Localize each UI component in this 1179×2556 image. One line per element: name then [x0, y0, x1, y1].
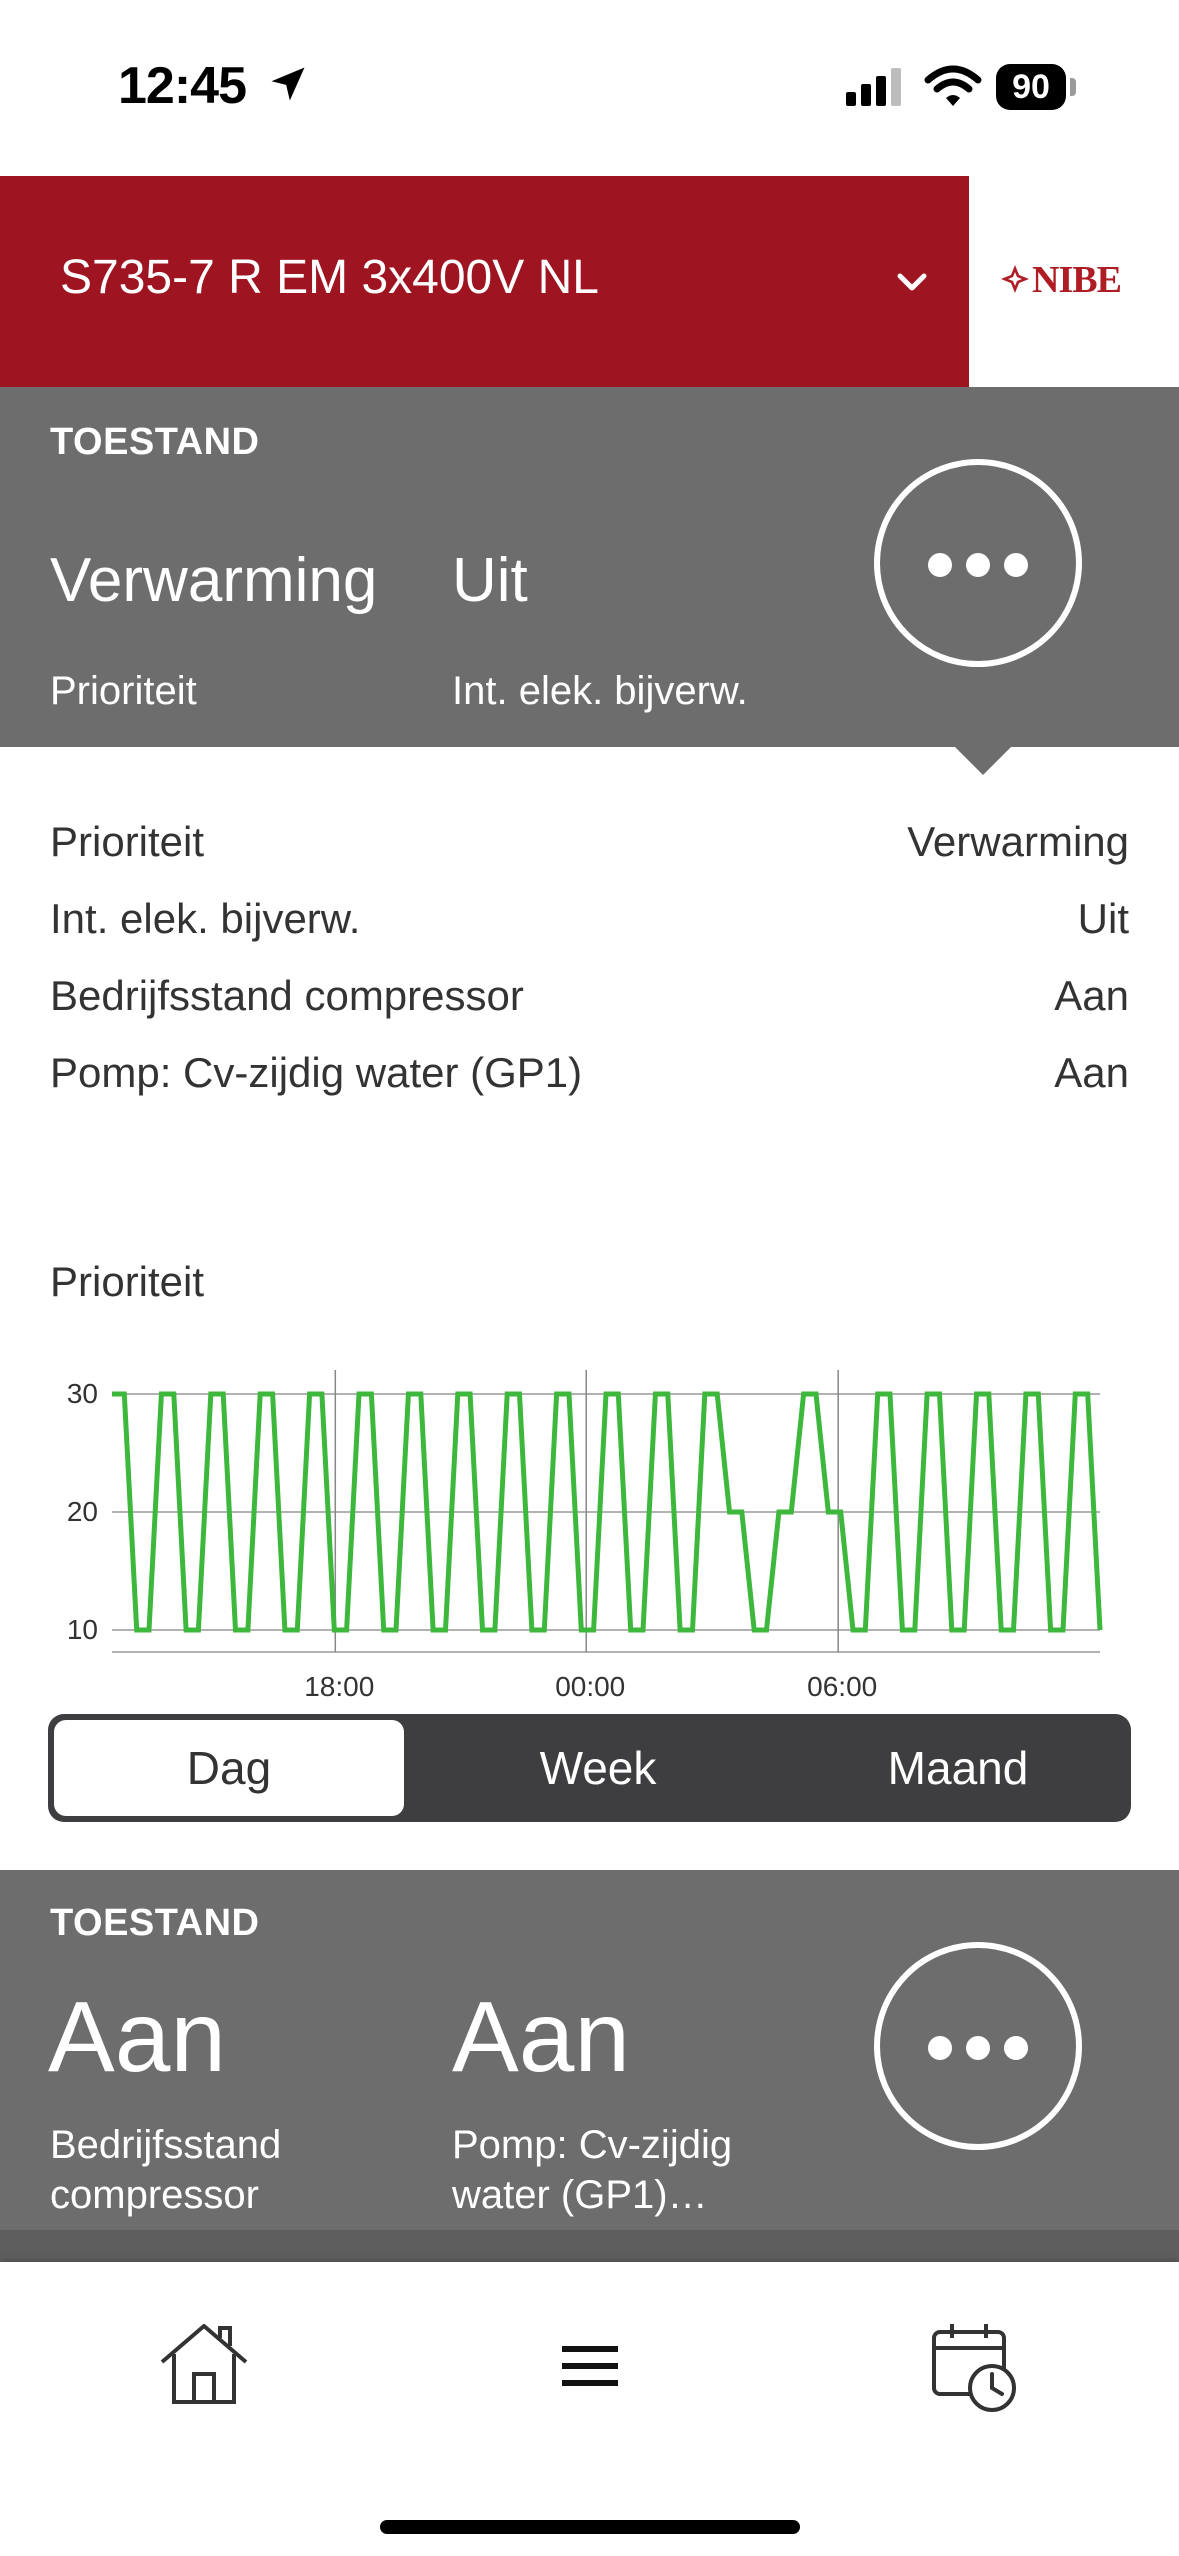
brand-name: NIBE: [1032, 259, 1122, 301]
status-panel-compressor[interactable]: TOESTAND Aan Aan Bedrijfsstand compresso…: [0, 1870, 1179, 2262]
more-button[interactable]: [874, 459, 1082, 667]
chart-title: Prioriteit: [50, 1258, 205, 1305]
home-indicator: [380, 2520, 800, 2534]
device-name: S735-7 R EM 3x400V NL: [60, 251, 599, 304]
y-tick-label: 10: [67, 1614, 98, 1645]
x-tick-label: 00:00: [555, 1671, 625, 1702]
more-button[interactable]: [874, 1942, 1082, 2150]
chevron-down-icon: [897, 273, 927, 291]
x-tick-label: 06:00: [807, 1671, 877, 1702]
battery-icon: 90: [996, 64, 1078, 110]
panel-tag: TOESTAND: [50, 421, 260, 463]
status-panel-priority[interactable]: TOESTAND Verwarming Uit Prioriteit Int. …: [0, 387, 1179, 747]
period-selector: Dag Week Maand: [48, 1714, 1131, 1822]
status-label-priority: Prioriteit: [50, 669, 197, 713]
wifi-icon: [924, 65, 982, 106]
status-bar: 12:45 90: [0, 0, 1179, 176]
home-icon[interactable]: [154, 2316, 254, 2416]
detail-value: Aan: [1054, 1049, 1129, 1096]
status-label-compressor: Bedrijfsstand compressor: [50, 2123, 282, 2217]
detail-row: Bedrijfsstand compressor Aan: [50, 972, 1129, 1032]
y-tick-label: 20: [67, 1496, 98, 1527]
schedule-icon[interactable]: [926, 2316, 1026, 2416]
panel-divider: [0, 2230, 1179, 2262]
tab-day[interactable]: Dag: [54, 1720, 404, 1816]
detail-label: Bedrijfsstand compressor: [50, 972, 524, 1019]
status-value-pump: Aan: [452, 1981, 630, 2093]
signal-icon: [846, 68, 901, 106]
priority-chart: 30 20 10 18:00 00:00 06:00: [67, 1370, 1103, 1702]
battery-level: 90: [996, 64, 1066, 110]
more-icon: [928, 553, 952, 577]
nibe-logo-mark: [1001, 265, 1029, 293]
location-arrow-icon: [271, 67, 305, 101]
detail-value: Verwarming: [907, 818, 1129, 865]
status-label-heater: Int. elek. bijverw.: [452, 669, 748, 713]
status-label-pump: Pomp: Cv-zijdig water (GP1)…: [452, 2123, 733, 2217]
status-value-heater: Uit: [452, 546, 528, 615]
app-header: S735-7 R EM 3x400V NL NIBE: [0, 176, 1179, 387]
detail-row: Int. elek. bijverw. Uit: [50, 895, 1129, 955]
tab-week[interactable]: Week: [428, 1714, 768, 1822]
detail-row: Pomp: Cv-zijdig water (GP1) Aan: [50, 1049, 1129, 1109]
detail-label: Prioriteit: [50, 818, 205, 865]
tab-month[interactable]: Maand: [788, 1714, 1128, 1822]
x-tick-label: 18:00: [304, 1671, 374, 1702]
status-value-compressor: Aan: [48, 1981, 226, 2093]
detail-label: Int. elek. bijverw.: [50, 895, 361, 942]
detail-value: Aan: [1054, 972, 1129, 1019]
y-tick-label: 30: [67, 1378, 98, 1409]
bottom-tab-bar: [0, 2262, 1179, 2556]
more-icon: [928, 2036, 952, 2060]
device-selector[interactable]: S735-7 R EM 3x400V NL: [0, 176, 969, 387]
status-time: 12:45: [118, 57, 247, 115]
detail-label: Pomp: Cv-zijdig water (GP1): [50, 1049, 583, 1096]
panel-pointer: [955, 747, 1011, 775]
status-value-priority: Verwarming: [50, 546, 378, 615]
panel-tag: TOESTAND: [50, 1902, 260, 1944]
detail-row: Prioriteit Verwarming: [50, 818, 1129, 878]
nibe-logo: NIBE: [1000, 258, 1140, 302]
detail-value: Uit: [1077, 895, 1129, 942]
menu-icon[interactable]: [540, 2316, 640, 2416]
